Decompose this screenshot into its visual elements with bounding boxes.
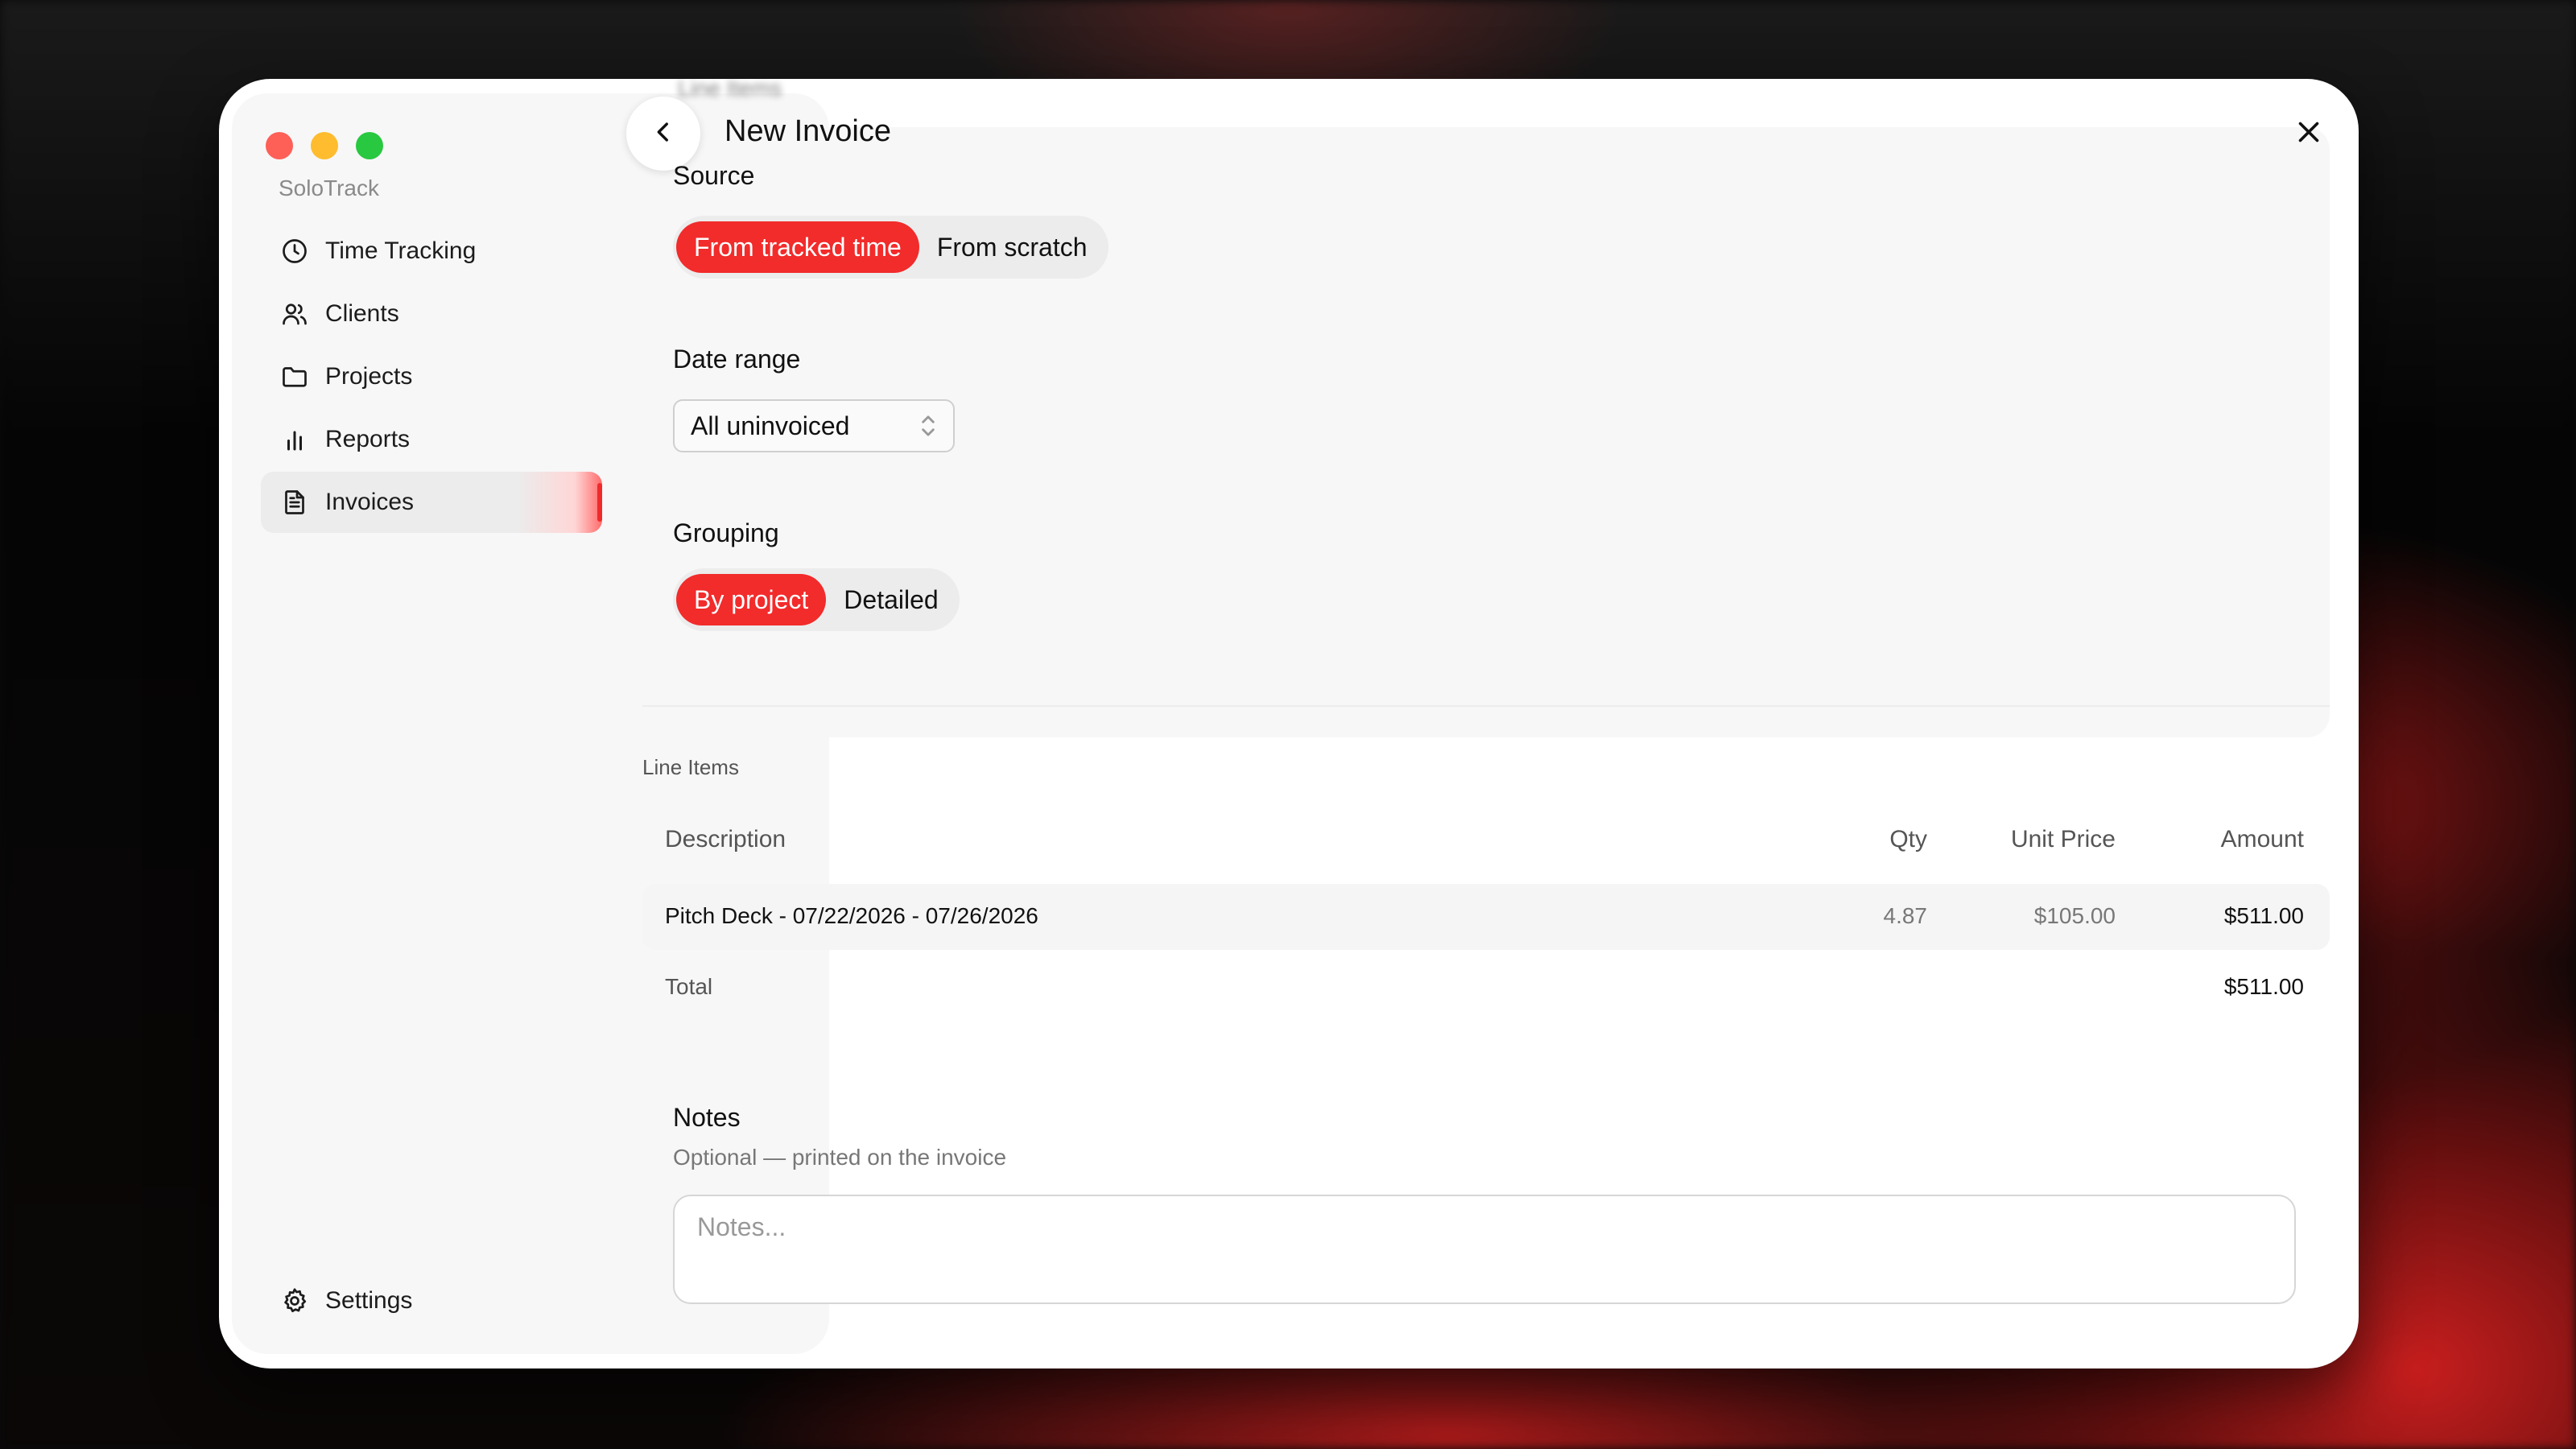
close-button[interactable] (2288, 113, 2330, 155)
scrolled-section-title: Line Items (678, 79, 782, 101)
grouping-option-by-project[interactable]: By project (676, 574, 827, 625)
notes-field[interactable] (673, 1195, 2296, 1304)
bar-chart-icon (279, 423, 311, 456)
sidebar-item-clients[interactable]: Clients (261, 283, 602, 345)
sidebar-nav: Time Tracking Clients Projects Reports I… (261, 221, 602, 535)
source-label: Source (673, 161, 755, 190)
folder-icon (279, 361, 311, 393)
date-range-value: All uninvoiced (691, 411, 850, 440)
line-items-title: Line Items (642, 755, 739, 779)
row-qty: 4.87 (1883, 903, 1928, 928)
grouping-segmented-control: By project Detailed (673, 568, 960, 631)
up-down-chevron-icon (918, 411, 939, 448)
sidebar-item-settings[interactable]: Settings (279, 1285, 412, 1317)
back-button[interactable] (626, 97, 700, 171)
sidebar-item-label: Time Tracking (325, 237, 477, 264)
sidebar-item-time-tracking[interactable]: Time Tracking (261, 221, 602, 282)
section-divider (642, 705, 2330, 707)
window-controls (266, 132, 383, 159)
total-label: Total (665, 974, 713, 999)
sidebar-item-label: Invoices (325, 489, 415, 515)
sidebar-item-label: Projects (325, 363, 413, 390)
column-header-description: Description (665, 826, 786, 852)
close-window-button[interactable] (266, 132, 293, 159)
notes-subtitle: Optional — printed on the invoice (673, 1145, 1007, 1170)
date-range-label: Date range (673, 345, 801, 374)
sidebar-item-label: Clients (325, 300, 399, 327)
grouping-label: Grouping (673, 518, 779, 547)
column-header-qty: Qty (1889, 826, 1927, 852)
source-option-scratch[interactable]: From scratch (919, 221, 1105, 273)
close-icon (2294, 118, 2323, 151)
chevron-left-icon (650, 118, 677, 150)
minimize-window-button[interactable] (311, 132, 338, 159)
column-header-unit-price: Unit Price (2010, 826, 2116, 852)
app-window: SoloTrack Time Tracking Clients Projects (219, 79, 2359, 1368)
date-range-select[interactable]: All uninvoiced (673, 399, 955, 452)
settings-label: Settings (325, 1287, 413, 1314)
source-segmented-control: From tracked time From scratch (673, 216, 1108, 279)
document-icon (279, 486, 311, 518)
users-icon (279, 298, 311, 330)
sidebar-item-invoices[interactable]: Invoices (261, 472, 602, 533)
sidebar-item-label: Reports (325, 426, 411, 452)
row-amount: $511.00 (2223, 903, 2304, 928)
page-title: New Invoice (724, 114, 891, 148)
row-unit-price: $105.00 (2033, 903, 2116, 928)
zoom-window-button[interactable] (356, 132, 383, 159)
sidebar-item-projects[interactable]: Projects (261, 346, 602, 407)
app-name: SoloTrack (279, 175, 380, 200)
grouping-option-detailed[interactable]: Detailed (826, 574, 956, 625)
total-value: $511.00 (2223, 974, 2304, 999)
clock-icon (279, 235, 311, 267)
gear-icon (279, 1285, 311, 1317)
source-option-tracked-time[interactable]: From tracked time (676, 221, 919, 273)
column-header-amount: Amount (2220, 826, 2304, 852)
row-description: Pitch Deck - 07/22/2026 - 07/26/2026 (665, 903, 1038, 928)
notes-title: Notes (673, 1103, 741, 1132)
sidebar-item-reports[interactable]: Reports (261, 409, 602, 470)
